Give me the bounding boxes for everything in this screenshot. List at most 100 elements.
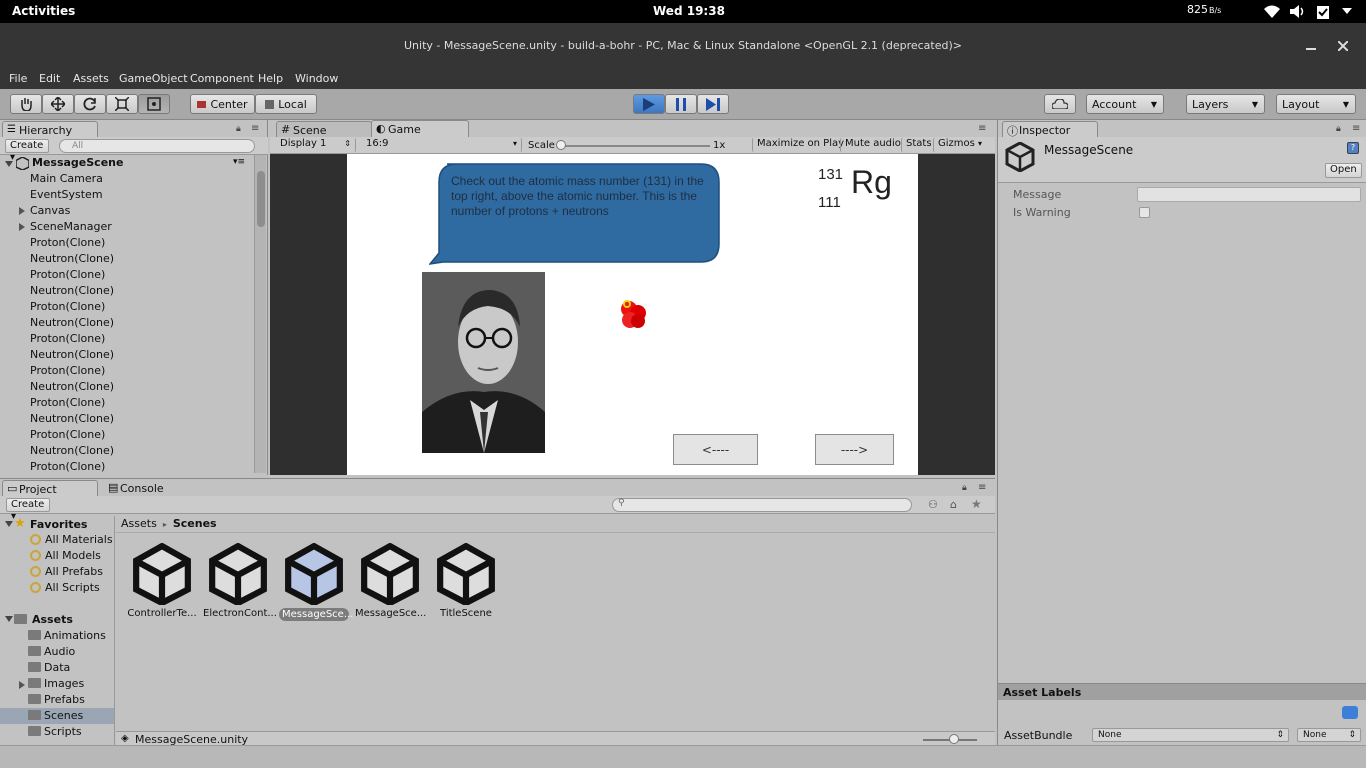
volume-icon[interactable] bbox=[1290, 5, 1306, 18]
hierarchy-scrollbar[interactable] bbox=[254, 155, 266, 473]
scrollbar-thumb[interactable] bbox=[257, 171, 265, 227]
folder-item[interactable]: Prefabs bbox=[28, 693, 85, 706]
aspect-dropdown[interactable]: 16:9 ▾ bbox=[362, 138, 522, 152]
filter-type-icon[interactable]: ⚇ bbox=[928, 498, 938, 511]
tab-game[interactable]: ◐ Game bbox=[371, 120, 469, 138]
expand-arrow-icon[interactable] bbox=[5, 521, 13, 527]
mute-audio-button[interactable]: Mute audio bbox=[840, 138, 905, 152]
list-item[interactable]: Neutron(Clone) bbox=[30, 379, 114, 395]
favorite-star-icon[interactable]: ★ bbox=[971, 497, 982, 511]
layout-dropdown[interactable]: Layout ▼ bbox=[1276, 94, 1356, 114]
rect-tool-button[interactable] bbox=[138, 94, 170, 114]
panel-menu-icon[interactable]: ≡ bbox=[978, 482, 986, 493]
menu-window[interactable]: Window bbox=[295, 72, 338, 85]
list-item[interactable]: Neutron(Clone) bbox=[30, 347, 114, 363]
scale-slider-handle[interactable] bbox=[556, 140, 566, 150]
tab-scene[interactable]: # Scene bbox=[276, 121, 372, 138]
list-item[interactable]: Neutron(Clone) bbox=[30, 315, 114, 331]
scale-tool-button[interactable] bbox=[106, 94, 138, 114]
display-dropdown[interactable]: Display 1 ⇕ bbox=[276, 138, 356, 152]
wifi-icon[interactable] bbox=[1264, 5, 1280, 18]
clipboard-icon[interactable] bbox=[1316, 4, 1330, 19]
list-item[interactable]: SceneManager bbox=[30, 219, 112, 235]
favorites-label[interactable]: Favorites bbox=[30, 518, 87, 531]
gizmos-button[interactable]: Gizmos ▾ bbox=[933, 138, 986, 152]
close-icon[interactable] bbox=[1338, 41, 1348, 51]
list-item[interactable]: Neutron(Clone) bbox=[30, 251, 114, 267]
hand-tool-button[interactable] bbox=[10, 94, 42, 114]
activities-button[interactable]: Activities bbox=[12, 4, 75, 18]
lock-icon[interactable]: 🔒︎ bbox=[962, 483, 967, 493]
scene-menu-icon[interactable]: ▾≡ bbox=[233, 157, 245, 167]
list-item[interactable]: Canvas bbox=[30, 203, 70, 219]
asset-labels-header[interactable]: Asset Labels bbox=[998, 683, 1366, 700]
list-item[interactable]: Neutron(Clone) bbox=[30, 411, 114, 427]
account-dropdown[interactable]: Account ▼ bbox=[1086, 94, 1164, 114]
favorite-item[interactable]: All Models bbox=[30, 549, 101, 562]
open-button[interactable]: Open bbox=[1325, 163, 1362, 178]
pivot-center-button[interactable]: Center bbox=[190, 94, 255, 114]
expand-arrow-icon[interactable] bbox=[5, 616, 13, 622]
list-item[interactable]: Proton(Clone) bbox=[30, 331, 105, 347]
tab-project[interactable]: ▭ Project bbox=[2, 480, 98, 497]
list-item[interactable]: Proton(Clone) bbox=[30, 363, 105, 379]
system-menu-arrow-icon[interactable] bbox=[1342, 8, 1352, 14]
lock-icon[interactable]: 🔒︎ bbox=[236, 124, 241, 134]
folder-item[interactable]: Scenes bbox=[28, 709, 83, 722]
folder-item[interactable]: Audio bbox=[28, 645, 75, 658]
tab-hierarchy[interactable]: ☰ Hierarchy bbox=[2, 121, 98, 138]
project-search-input[interactable]: ⚲ bbox=[612, 498, 912, 512]
folder-item[interactable]: Animations bbox=[28, 629, 106, 642]
folder-item[interactable]: Data bbox=[28, 661, 70, 674]
pause-button[interactable] bbox=[665, 94, 697, 114]
step-button[interactable] bbox=[697, 94, 729, 114]
hierarchy-search-input[interactable]: All bbox=[59, 139, 255, 153]
menu-edit[interactable]: Edit bbox=[39, 72, 60, 85]
list-item[interactable]: Proton(Clone) bbox=[30, 267, 105, 283]
move-tool-button[interactable] bbox=[42, 94, 74, 114]
cloud-button[interactable] bbox=[1044, 94, 1076, 114]
favorite-item[interactable]: All Materials bbox=[30, 533, 113, 546]
play-button[interactable] bbox=[633, 94, 665, 114]
stats-button[interactable]: Stats bbox=[901, 138, 936, 152]
menu-component[interactable]: Component bbox=[190, 72, 254, 85]
scene-asset[interactable]: ControllerTe... bbox=[127, 542, 197, 619]
message-input[interactable] bbox=[1137, 187, 1361, 202]
is-warning-checkbox[interactable] bbox=[1139, 207, 1150, 218]
scene-root-label[interactable]: MessageScene bbox=[32, 155, 123, 171]
layers-dropdown[interactable]: Layers ▼ bbox=[1186, 94, 1265, 114]
tab-console[interactable]: ▤ Console bbox=[104, 480, 200, 497]
scene-asset-selected[interactable]: MessageSce... bbox=[279, 542, 353, 621]
lock-icon[interactable]: 🔒︎ bbox=[1336, 124, 1341, 134]
panel-menu-icon[interactable]: ≡ bbox=[1352, 123, 1360, 134]
pivot-local-button[interactable]: Local bbox=[255, 94, 317, 114]
game-canvas[interactable]: Check out the atomic mass number (131) i… bbox=[347, 154, 918, 475]
minimize-icon[interactable] bbox=[1306, 48, 1316, 50]
breadcrumb-root[interactable]: Assets bbox=[121, 517, 157, 530]
list-item[interactable]: Proton(Clone) bbox=[30, 299, 105, 315]
menu-gameobject[interactable]: GameObject bbox=[119, 72, 188, 85]
list-item[interactable]: Main Camera bbox=[30, 171, 103, 187]
clock[interactable]: Wed 19:38 bbox=[653, 4, 725, 18]
tag-icon[interactable] bbox=[1342, 706, 1358, 719]
menu-help[interactable]: Help bbox=[258, 72, 283, 85]
tab-inspector[interactable]: ⓘ Inspector bbox=[1002, 121, 1098, 138]
maximize-on-play-button[interactable]: Maximize on Play bbox=[752, 138, 848, 152]
back-button[interactable]: <---- bbox=[673, 434, 758, 465]
expand-arrow-icon[interactable] bbox=[19, 207, 25, 215]
menu-assets[interactable]: Assets bbox=[73, 72, 109, 85]
scale-slider[interactable] bbox=[560, 145, 710, 147]
expand-arrow-icon[interactable] bbox=[5, 161, 13, 167]
list-item[interactable]: Proton(Clone) bbox=[30, 395, 105, 411]
icon-size-slider-handle[interactable] bbox=[949, 734, 959, 744]
list-item[interactable]: Proton(Clone) bbox=[30, 459, 105, 475]
list-item[interactable]: Proton(Clone) bbox=[30, 235, 105, 251]
expand-arrow-icon[interactable] bbox=[19, 223, 25, 231]
filter-label-icon[interactable]: ⌂ bbox=[950, 498, 957, 511]
list-item[interactable]: EventSystem bbox=[30, 187, 103, 203]
favorite-item[interactable]: All Prefabs bbox=[30, 565, 103, 578]
help-icon[interactable]: ? bbox=[1347, 142, 1359, 154]
panel-menu-icon[interactable]: ≡ bbox=[978, 123, 986, 134]
hierarchy-create-button[interactable]: Create ▾ bbox=[5, 139, 49, 163]
next-button[interactable]: ----> bbox=[815, 434, 894, 465]
